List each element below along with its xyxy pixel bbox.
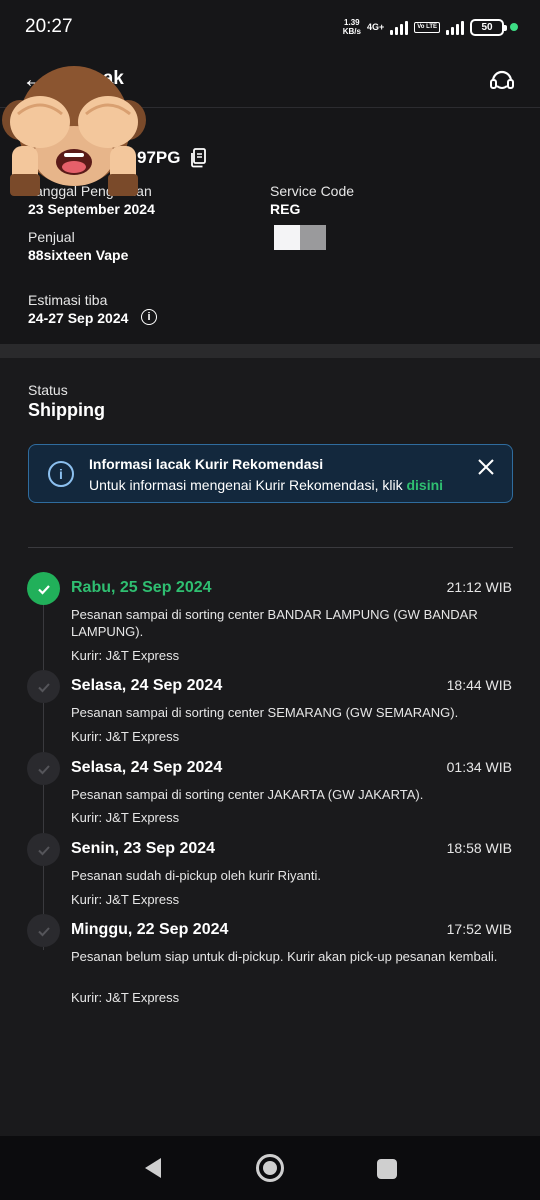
event-courier: Kurir: J&T Express [71, 990, 180, 1005]
banner-text: Untuk informasi mengenai Kurir Rekomenda… [89, 477, 444, 493]
battery-icon: 50 [470, 18, 507, 36]
event-time: 21:12 WIB [446, 579, 512, 595]
event-date: Selasa, 24 Sep 2024 [71, 677, 223, 694]
service-code-label: Service Code [270, 183, 355, 199]
banner-title: Informasi lacak Kurir Rekomendasi [89, 456, 324, 472]
info-circle-icon: i [48, 461, 74, 487]
event-description: Pesanan sampai di sorting center BANDAR … [71, 607, 478, 639]
event-description: Pesanan belum siap untuk di-pickup. Kuri… [71, 949, 498, 964]
privacy-dot-icon [510, 23, 518, 31]
section-divider [0, 344, 540, 358]
banner-link[interactable]: disini [406, 477, 443, 493]
event-date: Rabu, 25 Sep 2024 [71, 579, 212, 596]
signal-icon [390, 19, 409, 35]
copy-icon[interactable] [190, 148, 206, 168]
volte-icon: Vo LTE [414, 21, 440, 33]
status-value: Shipping [28, 400, 105, 420]
event-date: Selasa, 24 Sep 2024 [71, 759, 223, 776]
event-description: Pesanan sampai di sorting center JAKARTA… [71, 787, 424, 802]
check-icon [27, 752, 60, 785]
headset-icon[interactable] [488, 66, 516, 94]
close-icon[interactable] [476, 457, 496, 477]
check-icon [27, 670, 60, 703]
nav-back-icon[interactable] [143, 1157, 163, 1179]
event-courier: Kurir: J&T Express [71, 648, 180, 663]
event-date: Minggu, 22 Sep 2024 [71, 921, 229, 938]
status-icons: 1.39 KB/s 4G+ Vo LTE 50 [343, 17, 518, 37]
event-description: Pesanan sampai di sorting center SEMARAN… [71, 705, 459, 720]
event-courier: Kurir: J&T Express [71, 729, 180, 744]
check-icon [27, 833, 60, 866]
event-time: 17:52 WIB [446, 921, 512, 937]
network-type: 4G+ [366, 21, 385, 32]
clock: 20:27 [25, 16, 73, 37]
event-time: 18:58 WIB [446, 840, 512, 856]
nav-home-icon[interactable] [256, 1154, 284, 1182]
status-label: Status [28, 382, 68, 398]
seller-label: Penjual [28, 229, 75, 245]
event-description: Pesanan sudah di-pickup oleh kurir Riyan… [71, 868, 322, 883]
status-bar: 20:27 1.39 KB/s 4G+ Vo LTE 50 [0, 0, 540, 54]
eta-label: Estimasi tiba [28, 292, 108, 308]
system-nav-bar [0, 1136, 540, 1200]
seller-value: 88sixteen Vape [28, 247, 129, 263]
eta-value: 24-27 Sep 2024 [28, 310, 129, 326]
event-time: 01:34 WIB [446, 759, 512, 775]
redacted-block [274, 225, 326, 250]
event-time: 18:44 WIB [446, 677, 512, 693]
network-speed: 1.39 KB/s [342, 18, 361, 36]
event-courier: Kurir: J&T Express [71, 810, 180, 825]
monkey-emoji-icon [2, 66, 146, 196]
divider [28, 547, 513, 548]
nav-recents-icon[interactable] [377, 1159, 397, 1179]
signal-icon-2 [446, 19, 464, 35]
ship-date-value: 23 September 2024 [28, 201, 155, 217]
info-banner: i Informasi lacak Kurir Rekomendasi Untu… [28, 444, 513, 503]
info-icon[interactable]: i [141, 309, 157, 325]
service-code-value: REG [270, 201, 301, 217]
check-icon [27, 572, 60, 605]
event-courier: Kurir: J&T Express [71, 892, 180, 907]
check-icon [27, 914, 60, 947]
event-date: Senin, 23 Sep 2024 [71, 840, 216, 857]
